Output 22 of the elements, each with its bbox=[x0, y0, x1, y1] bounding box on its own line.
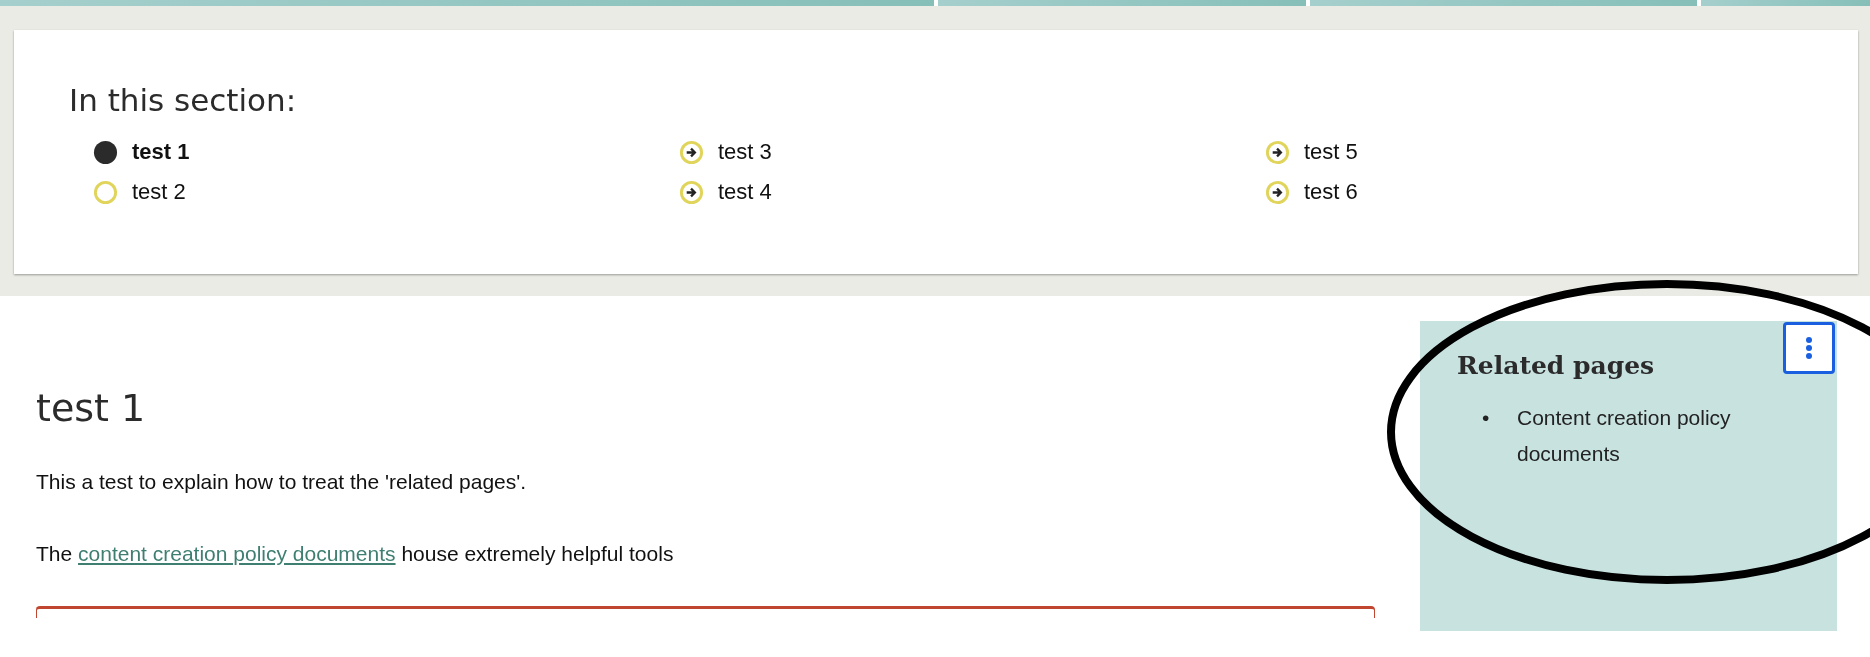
related-item[interactable]: Content creation policy documents bbox=[1517, 400, 1800, 472]
related-heading: Related pages bbox=[1457, 351, 1656, 380]
section-heading: In this section: bbox=[69, 82, 298, 118]
more-menu-button[interactable] bbox=[1783, 322, 1835, 374]
arrow-circle-icon bbox=[679, 139, 704, 165]
bullet: • bbox=[1482, 405, 1491, 431]
section-link[interactable]: test 4 bbox=[718, 179, 772, 205]
filled-circle-icon bbox=[93, 139, 118, 165]
section-link[interactable]: test 2 bbox=[132, 179, 186, 205]
section-link[interactable]: test 1 bbox=[132, 139, 190, 165]
section-link[interactable]: test 5 bbox=[1304, 139, 1358, 165]
paragraph: This a test to explain how to treat the 'related pages'. bbox=[36, 470, 528, 494]
paragraph: The content creation policy documents house extremely helpful tools bbox=[36, 542, 675, 566]
arrow-circle-icon bbox=[679, 179, 704, 205]
arrow-circle-icon bbox=[1265, 179, 1290, 205]
section-link[interactable]: test 3 bbox=[718, 139, 772, 165]
circle-icon bbox=[93, 179, 118, 205]
section-link[interactable]: test 6 bbox=[1304, 179, 1358, 205]
vertical-dots-icon bbox=[1805, 336, 1813, 360]
arrow-circle-icon bbox=[1265, 139, 1290, 165]
page-title: test 1 bbox=[36, 386, 147, 430]
link[interactable]: content creation policy documents bbox=[78, 542, 396, 565]
